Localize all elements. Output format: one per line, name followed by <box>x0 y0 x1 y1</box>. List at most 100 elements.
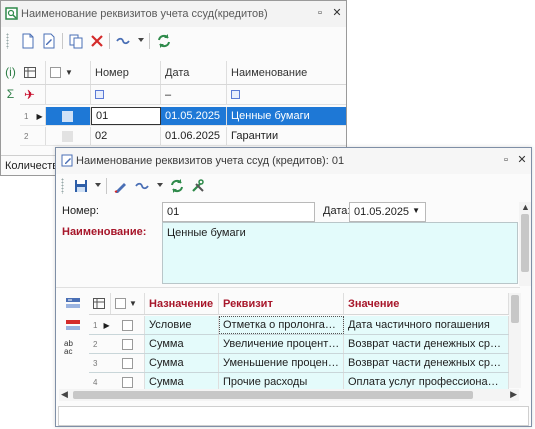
row-checkbox[interactable] <box>46 127 91 145</box>
row-name-cell[interactable]: Ценные бумаги <box>227 107 346 125</box>
row-attribute-cell[interactable]: Отметка о пролонга… <box>219 316 344 334</box>
chevron-down-icon[interactable] <box>157 183 163 187</box>
row-purpose-cell[interactable]: Сумма <box>145 335 219 353</box>
row-date-cell[interactable]: 01.06.2025 <box>161 127 227 145</box>
add-row-icon[interactable] <box>65 296 81 310</box>
column-header-date[interactable]: Дата <box>161 61 227 84</box>
filter-cell-check[interactable] <box>46 85 91 104</box>
row-indicator-icon: ▶ <box>103 320 110 330</box>
scrollbar-thumb[interactable] <box>73 391 473 399</box>
name-field[interactable]: Ценные бумаги <box>162 222 518 284</box>
row-attribute-cell[interactable]: Увеличение процент… <box>219 335 344 353</box>
toolbar-separator <box>62 33 63 49</box>
table-row[interactable]: 3 Сумма Уменьшение процен… Возврат части… <box>89 354 509 373</box>
row-checkbox[interactable] <box>46 107 91 125</box>
back-toolbar <box>1 29 346 53</box>
row-date-cell[interactable]: 01.05.2025 <box>161 107 227 125</box>
table-row[interactable]: 1 ▶ Условие Отметка о пролонга… Дата час… <box>89 316 509 335</box>
table-row[interactable]: 2 02 01.06.2025 Гарантии <box>20 127 346 146</box>
tools-icon[interactable] <box>189 177 207 195</box>
row-number: 1 <box>93 320 98 330</box>
toolbar-grip[interactable] <box>6 33 9 49</box>
table-row[interactable]: 2 Сумма Увеличение процент… Возврат част… <box>89 335 509 354</box>
date-value: 01.05.2025 <box>354 206 410 218</box>
pen-icon[interactable] <box>112 177 130 195</box>
grid-hscrollbar[interactable]: ◀ ▶ <box>59 389 519 401</box>
refresh-icon[interactable] <box>168 177 186 195</box>
select-all-checkbox[interactable]: ▼ <box>46 61 91 84</box>
date-field[interactable]: 01.05.2025 ▼ <box>349 202 426 222</box>
chevron-down-icon[interactable]: ▼ <box>412 206 420 215</box>
row-number-cell[interactable]: 01 <box>91 107 161 125</box>
edit-window-icon <box>61 154 73 167</box>
select-all-checkbox[interactable]: ▼ <box>111 293 145 314</box>
back-window-title: Наименование реквизитов учета ссуд(креди… <box>21 8 268 20</box>
front-toolbar <box>56 174 256 198</box>
chevron-down-icon[interactable] <box>138 38 144 42</box>
row-number: 2 <box>24 131 29 141</box>
scroll-up-icon[interactable]: ▲ <box>521 202 530 212</box>
close-icon[interactable]: ✕ <box>330 6 344 20</box>
row-name-cell[interactable]: Гарантии <box>227 127 346 145</box>
front-titlebar: Наименование реквизитов учета ссуд (кред… <box>56 148 531 174</box>
refresh-icon[interactable] <box>155 32 173 50</box>
copy-icon[interactable] <box>67 32 85 50</box>
row-value-cell[interactable]: Возврат части денежных ср… <box>344 335 509 353</box>
date-label: Дата: <box>323 205 351 217</box>
scrollbar-thumb[interactable] <box>521 214 529 272</box>
column-header-attribute[interactable]: Реквизит <box>219 293 344 314</box>
filter-cell-name[interactable] <box>227 85 346 104</box>
row-value-cell[interactable]: Дата частичного погашения <box>344 316 509 334</box>
pin-icon[interactable]: ✈ <box>20 85 46 104</box>
link-icon[interactable] <box>133 177 151 195</box>
new-document-icon[interactable] <box>19 32 37 50</box>
link-icon[interactable] <box>114 32 132 50</box>
row-number: 4 <box>93 377 98 387</box>
column-header-name[interactable]: Наименование <box>227 61 346 84</box>
row-checkbox[interactable] <box>111 316 145 334</box>
row-checkbox[interactable] <box>111 335 145 353</box>
number-field[interactable]: 01 <box>162 202 315 222</box>
edit-document-icon[interactable] <box>40 32 58 50</box>
row-number-cell[interactable]: 02 <box>91 127 161 145</box>
row-purpose-cell[interactable]: Сумма <box>145 354 219 372</box>
row-attribute-cell[interactable]: Уменьшение процен… <box>219 354 344 372</box>
row-value-cell[interactable]: Возврат части денежных ср… <box>344 354 509 372</box>
text-format-icon[interactable]: ab ac <box>64 340 82 356</box>
scroll-left-icon[interactable]: ◀ <box>61 389 68 400</box>
name-label: Наименование: <box>62 226 147 238</box>
close-icon[interactable]: ✕ <box>515 153 529 167</box>
row-number: 3 <box>93 358 98 368</box>
info-icon[interactable]: (i) <box>3 63 18 81</box>
table-row[interactable]: 1 ▶ 01 01.05.2025 Ценные бумаги <box>20 107 346 126</box>
scroll-right-icon[interactable]: ▶ <box>510 389 517 400</box>
splitter[interactable] <box>56 287 520 288</box>
save-icon[interactable] <box>72 177 90 195</box>
sum-icon[interactable]: Σ <box>3 85 18 103</box>
row-number: 2 <box>93 339 98 349</box>
front-grid-header: ▼ Назначение Реквизит Значение <box>89 293 509 315</box>
row-purpose-cell[interactable]: Условие <box>145 316 219 334</box>
grid-scrollbar[interactable] <box>509 293 521 388</box>
toolbar-grip[interactable] <box>61 178 64 194</box>
status-bar-count: Количеств <box>1 155 61 175</box>
delete-icon[interactable] <box>88 32 106 50</box>
front-window-title: Наименование реквизитов учета ссуд (кред… <box>76 155 345 167</box>
restore-icon[interactable]: ▫ <box>499 153 513 167</box>
delete-row-icon[interactable] <box>65 318 81 332</box>
status-bar <box>58 406 529 426</box>
column-chooser-icon[interactable] <box>89 293 111 314</box>
toolbar-separator <box>106 178 107 194</box>
column-header-number[interactable]: Номер <box>91 61 161 84</box>
chevron-down-icon[interactable] <box>95 183 101 187</box>
column-header-value[interactable]: Значение <box>344 293 509 314</box>
row-checkbox[interactable] <box>111 354 145 372</box>
scrollbar-thumb[interactable] <box>511 295 519 323</box>
restore-icon[interactable]: ▫ <box>313 6 327 20</box>
filter-cell-number[interactable] <box>91 85 161 104</box>
row-indicator-icon: ▶ <box>36 111 43 121</box>
column-chooser-icon[interactable] <box>20 61 46 84</box>
filter-cell-date[interactable]: – <box>161 85 227 104</box>
column-header-purpose[interactable]: Назначение <box>145 293 219 314</box>
form-scrollbar[interactable]: ▲ <box>519 202 531 286</box>
